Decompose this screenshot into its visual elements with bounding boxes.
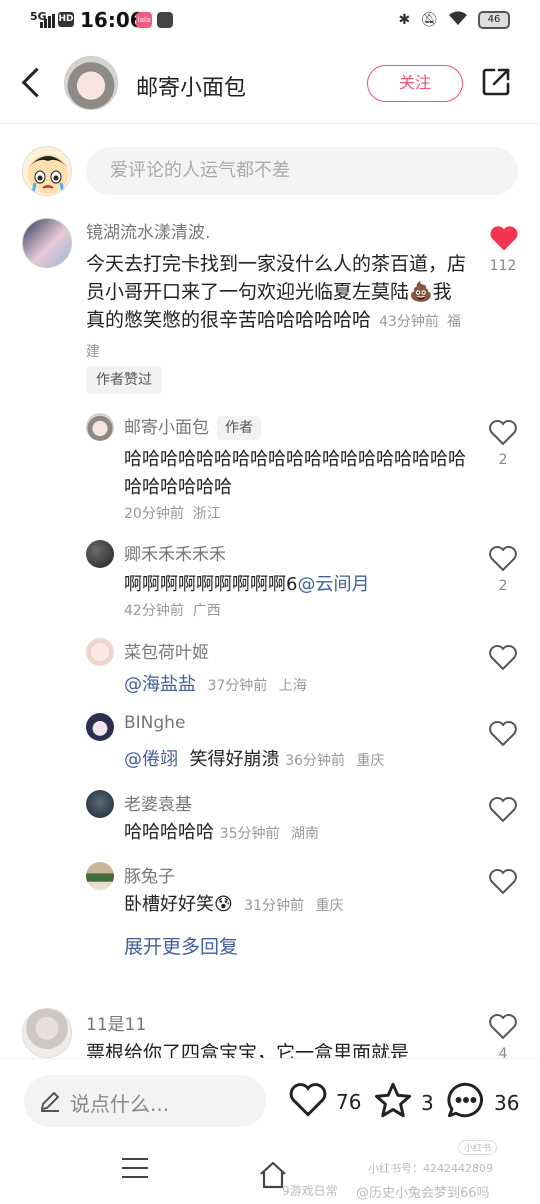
reply-meta: 42分钟前 广西 [124, 603, 221, 619]
reply-user[interactable]: 卿禾禾禾禾禾 [124, 540, 226, 565]
comment-total: 36 [494, 1090, 520, 1115]
like-total: 76 [336, 1089, 362, 1114]
wifi-icon [448, 10, 468, 30]
mute-icon: 🔕︎ [420, 12, 438, 28]
bottom-action-bar: 说点什么... 76 3 36 [0, 1058, 540, 1144]
comment-action[interactable]: 36 [446, 1081, 519, 1124]
reply-like-count: 2 [498, 578, 508, 594]
reply-text: 卧槽好好笑😰 31分钟前 重庆 [124, 894, 344, 915]
author-tag: 作者 [217, 416, 261, 440]
reply-avatar[interactable] [86, 638, 114, 666]
menu-icon[interactable] [122, 1158, 148, 1180]
heart-outline-icon [288, 1081, 328, 1122]
hd-icon: HD [58, 12, 74, 27]
like-icon[interactable] [488, 544, 518, 572]
app-notification-icon: lala [136, 12, 152, 28]
like-count: 112 [489, 258, 517, 274]
comment-bubble-icon [446, 1081, 486, 1124]
follow-button[interactable]: 关注 [367, 65, 463, 102]
reply-text: 哈哈哈哈哈哈哈哈哈哈哈哈哈哈哈哈哈哈哈哈哈哈哈哈哈 [124, 449, 466, 498]
pencil-icon [38, 1089, 62, 1113]
collect-action[interactable]: 3 [373, 1081, 434, 1124]
reply-user[interactable]: 老婆袁基 [124, 790, 192, 815]
mention-link[interactable]: @云间月 [297, 574, 369, 595]
like-icon[interactable] [488, 1012, 518, 1040]
reply-text: @海盐盐 37分钟前 上海 [124, 674, 307, 695]
expand-replies-link[interactable]: 展开更多回复 [124, 932, 238, 959]
signal-icon [40, 14, 55, 28]
commenter-avatar[interactable] [22, 218, 72, 268]
reply-avatar[interactable] [86, 862, 114, 890]
status-bar: 5G HD 16:06 lala ✱ 🔕︎ 46 [0, 0, 540, 40]
like-icon[interactable] [488, 795, 518, 823]
reply-user[interactable]: 菜包荷叶姬 [124, 638, 209, 663]
author-avatar[interactable] [64, 56, 118, 110]
comment-text: 票根给你了四盒宝宝，它一盒里面就是 [86, 1042, 410, 1058]
commenter-name[interactable]: 镜湖流水漾清波. [86, 218, 210, 243]
mention-link[interactable]: @倦翊 [124, 749, 178, 770]
reply-text: @倦翊 笑得好崩溃 36分钟前 重庆 [124, 749, 385, 770]
system-nav-bar: 小红书 小红书号：4242442809 @历史小兔会梦到66吗 9游戏日常 [0, 1140, 540, 1204]
like-count: 4 [498, 1046, 508, 1058]
comment-time: 43分钟前 [379, 314, 439, 330]
like-action[interactable]: 76 [288, 1081, 361, 1122]
clock: 16:06 [80, 8, 144, 32]
reply-meta: 20分钟前 浙江 [124, 506, 221, 522]
reply-user[interactable]: 豚兔子 [124, 862, 175, 887]
like-icon[interactable] [488, 867, 518, 895]
mention-link[interactable]: @海盐盐 [124, 674, 196, 695]
like-icon[interactable] [488, 643, 518, 671]
top-bar: 邮寄小面包 关注 [0, 44, 540, 124]
author-liked-badge: 作者赞过 [86, 366, 162, 394]
battery-icon: 46 [478, 11, 510, 29]
reply-avatar[interactable] [86, 540, 114, 568]
my-avatar [22, 146, 72, 196]
reply-user[interactable]: 邮寄小面包 作者 [124, 413, 261, 440]
say-something-input[interactable]: 说点什么... [24, 1075, 266, 1127]
watermark-line: 小红书 [458, 1140, 498, 1155]
bluetooth-icon: ✱ [398, 12, 411, 28]
share-icon[interactable] [480, 66, 512, 98]
star-icon [373, 1081, 413, 1124]
watermark-line: @历史小兔会梦到66吗 [356, 1186, 490, 1201]
say-something-label: 说点什么... [70, 1092, 170, 1116]
like-filled-icon[interactable] [489, 224, 519, 252]
reply-user[interactable]: BINghe [124, 713, 185, 733]
reply-avatar[interactable] [86, 413, 114, 441]
commenter-avatar[interactable] [22, 1008, 72, 1058]
reply-avatar[interactable] [86, 713, 114, 741]
reply-text: 啊啊啊啊啊啊啊啊啊6@云间月 [124, 574, 370, 595]
send-notification-icon [157, 12, 173, 28]
watermark-line: 小红书号：4242442809 [368, 1162, 493, 1175]
like-icon[interactable] [488, 418, 518, 446]
comment-input[interactable]: 爱评论的人运气都不差 [86, 147, 518, 195]
watermark-line: 9游戏日常 [282, 1184, 338, 1198]
reply-like-count: 2 [498, 452, 508, 468]
comment-text: 今天去打完卡找到一家没什么人的茶百道，店员小哥开口来了一句欢迎光临夏左莫陆💩我真… [86, 250, 466, 366]
reply-avatar[interactable] [86, 790, 114, 818]
reply-text: 哈哈哈哈哈 35分钟前 湖南 [124, 822, 320, 843]
like-icon[interactable] [488, 719, 518, 747]
back-icon[interactable] [18, 64, 48, 100]
collect-total: 3 [421, 1090, 434, 1115]
commenter-name[interactable]: 11是11 [86, 1010, 146, 1035]
author-name[interactable]: 邮寄小面包 [136, 70, 246, 102]
